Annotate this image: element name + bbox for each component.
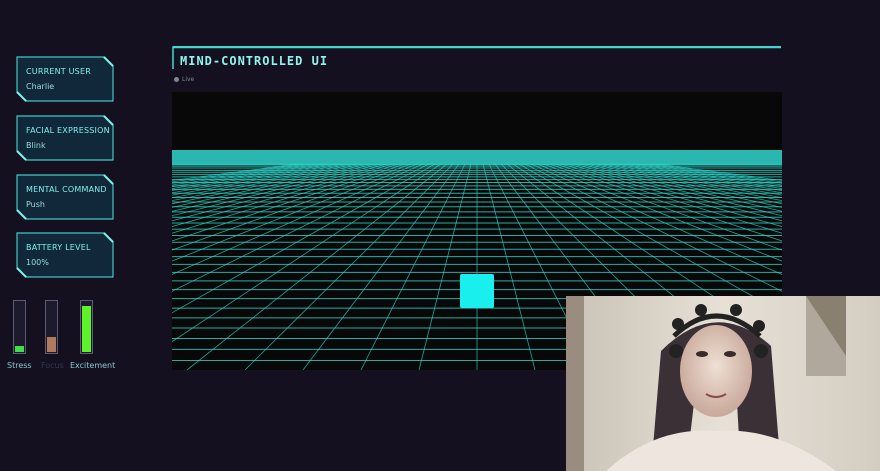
status-label: Live bbox=[182, 76, 195, 83]
card-value: Push bbox=[26, 200, 45, 209]
grid-line-vertical bbox=[172, 163, 328, 189]
meter-label: Excitement bbox=[70, 361, 116, 370]
meter-stress bbox=[13, 300, 26, 354]
card-frame bbox=[16, 174, 114, 220]
grid-line-vertical bbox=[360, 163, 466, 370]
meter-fill bbox=[47, 337, 56, 352]
cube-object[interactable] bbox=[460, 274, 494, 308]
meter-excitement bbox=[80, 300, 93, 354]
meter-label: Stress bbox=[7, 361, 32, 370]
meter-fill bbox=[82, 306, 91, 352]
status-dot-icon bbox=[174, 77, 179, 82]
card-frame bbox=[16, 56, 114, 102]
status-card-mental-command: MENTAL COMMAND Push bbox=[16, 174, 114, 220]
status-card-current-user: CURRENT USER Charlie bbox=[16, 56, 114, 102]
grid-line-vertical bbox=[172, 163, 436, 314]
grid-line-vertical bbox=[172, 163, 406, 242]
grid-line-vertical bbox=[186, 163, 448, 370]
grid-line-vertical bbox=[418, 163, 472, 370]
grid-line-vertical bbox=[172, 163, 298, 181]
card-label: CURRENT USER bbox=[26, 67, 91, 76]
grid-line-vertical bbox=[482, 163, 536, 370]
card-frame bbox=[16, 232, 114, 278]
status-card-battery-level: BATTERY LEVEL 100% bbox=[16, 232, 114, 278]
grid-line-vertical bbox=[172, 163, 412, 251]
webcam-feed bbox=[566, 296, 880, 471]
card-label: FACIAL EXPRESSION bbox=[26, 126, 110, 135]
grid-line-vertical bbox=[172, 163, 388, 222]
card-label: MENTAL COMMAND bbox=[26, 185, 107, 194]
grid-line-vertical bbox=[244, 163, 454, 370]
card-value: Charlie bbox=[26, 82, 55, 91]
live-status: Live bbox=[174, 76, 194, 83]
card-value: 100% bbox=[26, 258, 49, 267]
grid-line-vertical bbox=[172, 163, 430, 292]
meter-label: Focus bbox=[41, 361, 64, 370]
card-frame bbox=[16, 115, 114, 161]
grid-line-vertical bbox=[172, 163, 310, 184]
card-value: Blink bbox=[26, 141, 46, 150]
grid-line-vertical bbox=[172, 163, 346, 196]
status-card-facial-expression: FACIAL EXPRESSION Blink bbox=[16, 115, 114, 161]
meter-focus bbox=[45, 300, 58, 354]
webcam-image bbox=[566, 296, 880, 471]
page-title: MIND-CONTROLLED UI bbox=[180, 54, 329, 68]
grid-line-vertical bbox=[172, 163, 358, 202]
horizon-glow bbox=[172, 150, 782, 164]
title-bar: MIND-CONTROLLED UI bbox=[172, 45, 782, 70]
grid-line-vertical bbox=[172, 163, 442, 343]
grid-line-vertical bbox=[172, 163, 394, 227]
meter-fill bbox=[15, 346, 24, 352]
card-label: BATTERY LEVEL bbox=[26, 243, 91, 252]
